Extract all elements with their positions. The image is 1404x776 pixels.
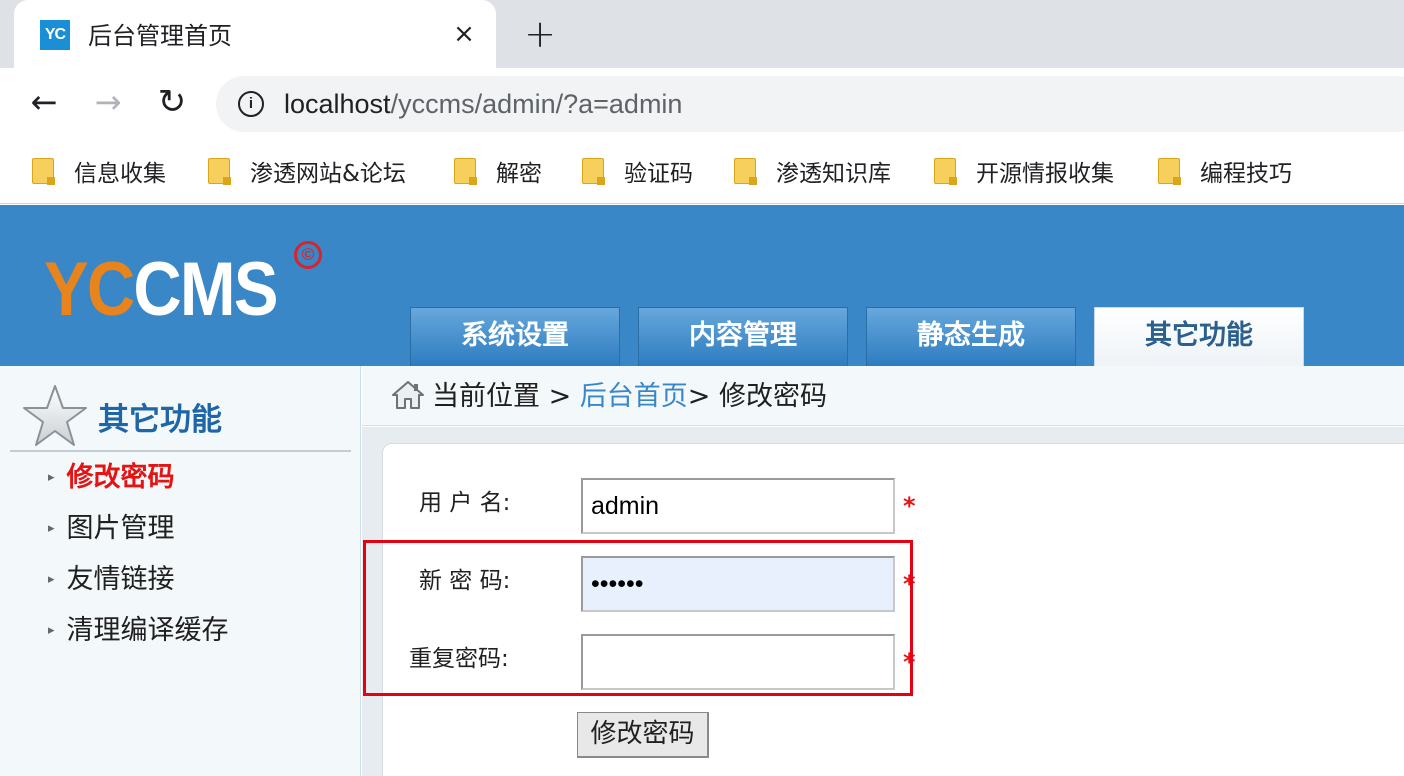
- sidebar-item-label: 友情链接: [66, 564, 175, 595]
- browser-toolbar: ← → ↻ i localhost/yccms/admin/?a=admin: [0, 68, 1404, 140]
- sidebar-divider: [10, 450, 351, 452]
- logo-text-cms: CMS: [133, 247, 278, 332]
- password-form-panel: 用 户 名: * 新 密 码: * 重复密码: * 修改密码: [363, 443, 1404, 776]
- site-logo: YCCMS: [44, 245, 278, 335]
- username-field[interactable]: [581, 478, 895, 534]
- folder-icon: [1158, 158, 1181, 185]
- required-mark: *: [903, 492, 916, 520]
- change-password-button[interactable]: 修改密码: [577, 712, 709, 758]
- nav-tab-static-generation[interactable]: 静态生成: [866, 307, 1076, 366]
- breadcrumb-current: > 修改密码: [687, 381, 828, 412]
- bookmark-label: 编程技巧: [1200, 161, 1292, 187]
- new-tab-icon[interactable]: +: [520, 14, 560, 54]
- browser-tab[interactable]: YC 后台管理首页 ×: [14, 0, 496, 68]
- home-icon: [392, 381, 424, 409]
- back-arrow-icon[interactable]: ←: [24, 82, 64, 122]
- sidebar-item-label: 图片管理: [66, 513, 175, 544]
- sidebar-item-image-management[interactable]: ▸ 图片管理: [48, 511, 175, 547]
- nav-tab-system-settings[interactable]: 系统设置: [410, 307, 620, 366]
- copyright-icon: ©: [294, 241, 322, 269]
- bookmark-item[interactable]: 信息收集: [32, 154, 166, 188]
- logo-text-yc: YC: [44, 247, 135, 332]
- bookmark-item[interactable]: 解密: [454, 154, 542, 188]
- bookmark-label: 验证码: [624, 161, 693, 187]
- bullet-arrow-icon: ▸: [48, 470, 55, 485]
- bookmark-label: 渗透知识库: [776, 161, 891, 187]
- bookmark-item[interactable]: 编程技巧: [1158, 154, 1292, 188]
- breadcrumb-text: 当前位置 > 后台首页> 修改密码: [432, 379, 827, 415]
- sidebar-item-change-password[interactable]: ▸ 修改密码: [48, 460, 175, 496]
- close-icon[interactable]: ×: [448, 18, 480, 50]
- sidebar: 其它功能 ▸ 修改密码 ▸ 图片管理 ▸ 友情链接 ▸ 清理编译缓存: [0, 366, 361, 776]
- site-favicon-icon: YC: [40, 20, 70, 50]
- bookmark-label: 信息收集: [74, 161, 166, 187]
- site-header: YCCMS © 系统设置 内容管理 静态生成 其它功能: [0, 205, 1404, 366]
- sidebar-item-friend-links[interactable]: ▸ 友情链接: [48, 562, 175, 598]
- bullet-arrow-icon: ▸: [48, 572, 55, 587]
- bookmark-label: 渗透网站&论坛: [250, 161, 406, 187]
- username-label: 用 户 名:: [419, 490, 511, 516]
- bookmark-item[interactable]: 渗透网站&论坛: [208, 154, 406, 188]
- url-text[interactable]: localhost/yccms/admin/?a=admin: [284, 86, 682, 122]
- bullet-arrow-icon: ▸: [48, 623, 55, 638]
- bullet-arrow-icon: ▸: [48, 521, 55, 536]
- reload-icon[interactable]: ↻: [152, 82, 192, 122]
- bookmark-label: 解密: [496, 161, 542, 187]
- browser-tabstrip: YC 后台管理首页 × +: [0, 0, 1404, 68]
- bookmark-item[interactable]: 验证码: [582, 154, 693, 188]
- address-bar[interactable]: i localhost/yccms/admin/?a=admin: [216, 76, 1404, 132]
- site-info-icon[interactable]: i: [238, 91, 264, 117]
- url-host: localhost: [284, 89, 391, 119]
- star-icon: [23, 385, 87, 446]
- forward-arrow-icon[interactable]: →: [88, 82, 128, 122]
- breadcrumb-prefix: 当前位置 >: [432, 381, 580, 412]
- folder-icon: [208, 158, 231, 185]
- bookmarks-bar: 信息收集 渗透网站&论坛 解密 验证码 渗透知识库 开源情报收集 编程技巧: [0, 140, 1404, 204]
- breadcrumb-home-link[interactable]: 后台首页: [580, 381, 688, 412]
- folder-icon: [934, 158, 957, 185]
- tab-title: 后台管理首页: [88, 22, 232, 50]
- bookmark-item[interactable]: 开源情报收集: [934, 154, 1114, 188]
- breadcrumb: 当前位置 > 后台首页> 修改密码: [362, 366, 1404, 426]
- url-path: /yccms/admin/?a=admin: [390, 89, 683, 119]
- folder-icon: [454, 158, 477, 185]
- highlight-box: [363, 540, 913, 696]
- folder-icon: [582, 158, 605, 185]
- sidebar-title: 其它功能: [98, 402, 222, 438]
- bookmark-item[interactable]: 渗透知识库: [734, 154, 891, 188]
- sidebar-item-label: 修改密码: [66, 462, 175, 493]
- main-content: 用 户 名: * 新 密 码: * 重复密码: * 修改密码: [362, 427, 1404, 776]
- folder-icon: [32, 158, 55, 185]
- bookmark-label: 开源情报收集: [976, 161, 1114, 187]
- nav-tab-content-management[interactable]: 内容管理: [638, 307, 848, 366]
- sidebar-item-label: 清理编译缓存: [66, 615, 229, 646]
- sidebar-item-clear-cache[interactable]: ▸ 清理编译缓存: [48, 613, 229, 649]
- folder-icon: [734, 158, 757, 185]
- nav-tab-other-functions[interactable]: 其它功能: [1094, 307, 1304, 366]
